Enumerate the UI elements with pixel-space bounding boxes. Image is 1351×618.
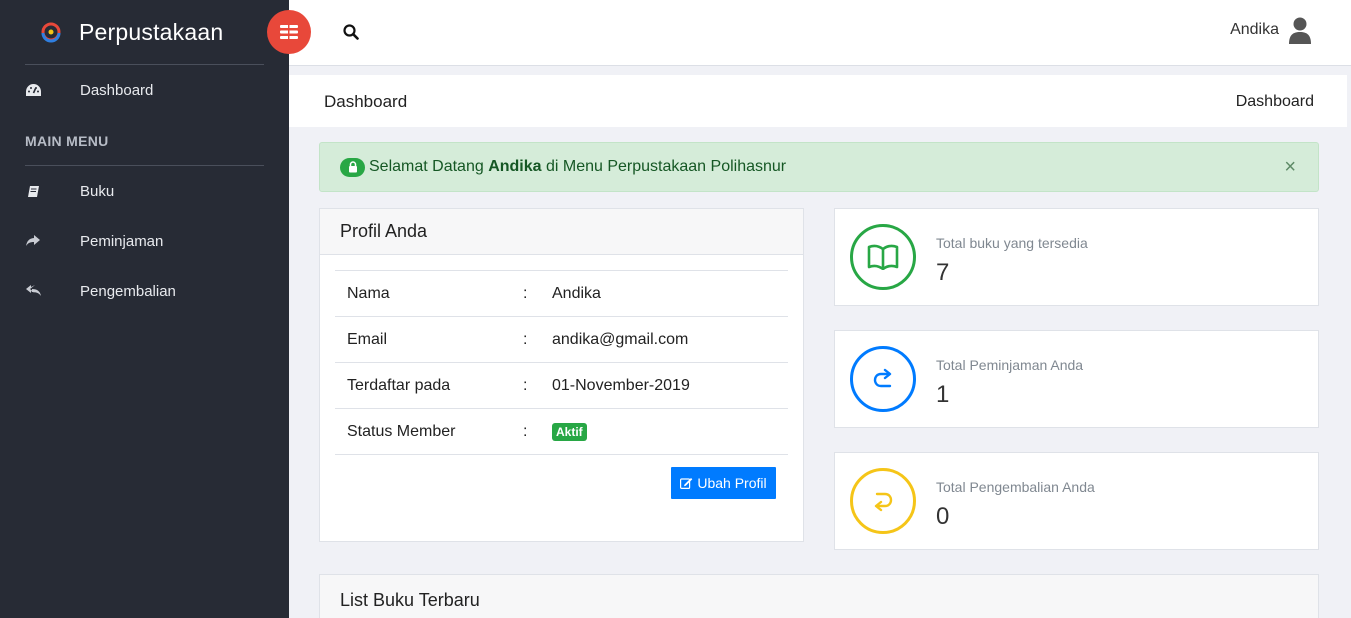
- table-row: Terdaftar pada : 01-November-2019: [335, 362, 788, 409]
- edit-profile-label: Ubah Profil: [697, 475, 767, 491]
- avatar-icon: [1289, 17, 1311, 44]
- sidebar-item-peminjaman[interactable]: Peminjaman: [0, 216, 289, 266]
- alert-user-name: Andika: [488, 158, 542, 175]
- dashboard-icon: [25, 82, 41, 98]
- breadcrumb[interactable]: Dashboard: [1236, 93, 1314, 111]
- row-separator: :: [523, 422, 528, 440]
- book-icon: [25, 183, 41, 199]
- brand-name: Perpustakaan: [79, 18, 224, 45]
- page-title: Dashboard: [324, 92, 408, 111]
- edit-profile-button[interactable]: Ubah Profil: [671, 467, 776, 499]
- row-value: Aktif: [552, 409, 788, 455]
- sidebar: Perpustakaan Dashboard MAIN MENU Buku Pe…: [0, 0, 289, 618]
- row-key: Terdaftar pada: [347, 376, 451, 394]
- sidebar-item-label: Buku: [80, 182, 115, 200]
- edit-icon: [680, 478, 693, 489]
- row-separator: :: [523, 330, 528, 348]
- redo-icon: [850, 346, 916, 412]
- alert-text-suffix: di Menu Perpustakaan Polihasnur: [541, 158, 787, 175]
- user-name: Andika: [1230, 21, 1279, 38]
- row-key: Status Member: [347, 422, 456, 440]
- sidebar-item-buku[interactable]: Buku: [0, 166, 289, 216]
- book-open-icon: [850, 224, 916, 290]
- profile-card-title: Profil Anda: [320, 209, 803, 255]
- row-value: 01-November-2019: [552, 376, 690, 394]
- user-menu[interactable]: Andika: [1230, 16, 1311, 44]
- row-value: Andika: [552, 284, 601, 302]
- latest-books-card: List Buku Terbaru: [319, 574, 1319, 618]
- stat-value: 7: [936, 259, 950, 286]
- table-row: Nama : Andika: [335, 270, 788, 317]
- stat-label: Total Peminjaman Anda: [936, 357, 1084, 373]
- return-icon: [850, 468, 916, 534]
- sidebar-item-label: Peminjaman: [80, 232, 164, 250]
- page-header: Dashboard Dashboard: [289, 75, 1347, 127]
- stat-card-loans: Total Peminjaman Anda 1: [834, 330, 1319, 428]
- stat-value: 0: [936, 503, 950, 530]
- row-separator: :: [523, 376, 528, 394]
- stat-label: Total buku yang tersedia: [936, 235, 1088, 251]
- stat-card-books: Total buku yang tersedia 7: [834, 208, 1319, 306]
- sidebar-item-pengembalian[interactable]: Pengembalian: [0, 266, 289, 316]
- share-icon: [25, 233, 41, 249]
- topbar: Andika: [289, 0, 1351, 66]
- row-separator: :: [523, 284, 528, 302]
- search-icon[interactable]: [343, 24, 359, 45]
- table-row: Status Member : Aktif: [335, 408, 788, 455]
- latest-books-title: List Buku Terbaru: [340, 590, 480, 610]
- reply-icon: [25, 283, 41, 299]
- row-key: Nama: [347, 284, 390, 302]
- sidebar-item-label: Dashboard: [80, 81, 154, 99]
- profile-card: Profil Anda Nama : Andika Email : andika…: [319, 208, 804, 542]
- stat-label: Total Pengembalian Anda: [936, 479, 1095, 495]
- stat-value: 1: [936, 381, 950, 408]
- close-icon[interactable]: ×: [1284, 157, 1296, 177]
- sidebar-item-label: Pengembalian: [80, 282, 176, 300]
- table-row: Email : andika@gmail.com: [335, 316, 788, 363]
- logo-icon: [41, 22, 61, 43]
- sidebar-toggle-button[interactable]: [267, 10, 311, 54]
- menu-header: MAIN MENU: [25, 133, 109, 149]
- sidebar-item-dashboard[interactable]: Dashboard: [0, 65, 289, 115]
- stat-card-returns: Total Pengembalian Anda 0: [834, 452, 1319, 550]
- lock-icon: [340, 157, 365, 177]
- status-badge: Aktif: [552, 422, 587, 441]
- row-key: Email: [347, 330, 388, 348]
- alert-text-prefix: Selamat Datang: [369, 158, 489, 175]
- brand[interactable]: Perpustakaan: [0, 0, 289, 64]
- welcome-alert: Selamat Datang Andika di Menu Perpustaka…: [319, 142, 1319, 192]
- menu-icon: [280, 25, 298, 39]
- profile-table: Nama : Andika Email : andika@gmail.com T…: [335, 270, 788, 455]
- row-value: andika@gmail.com: [552, 330, 689, 348]
